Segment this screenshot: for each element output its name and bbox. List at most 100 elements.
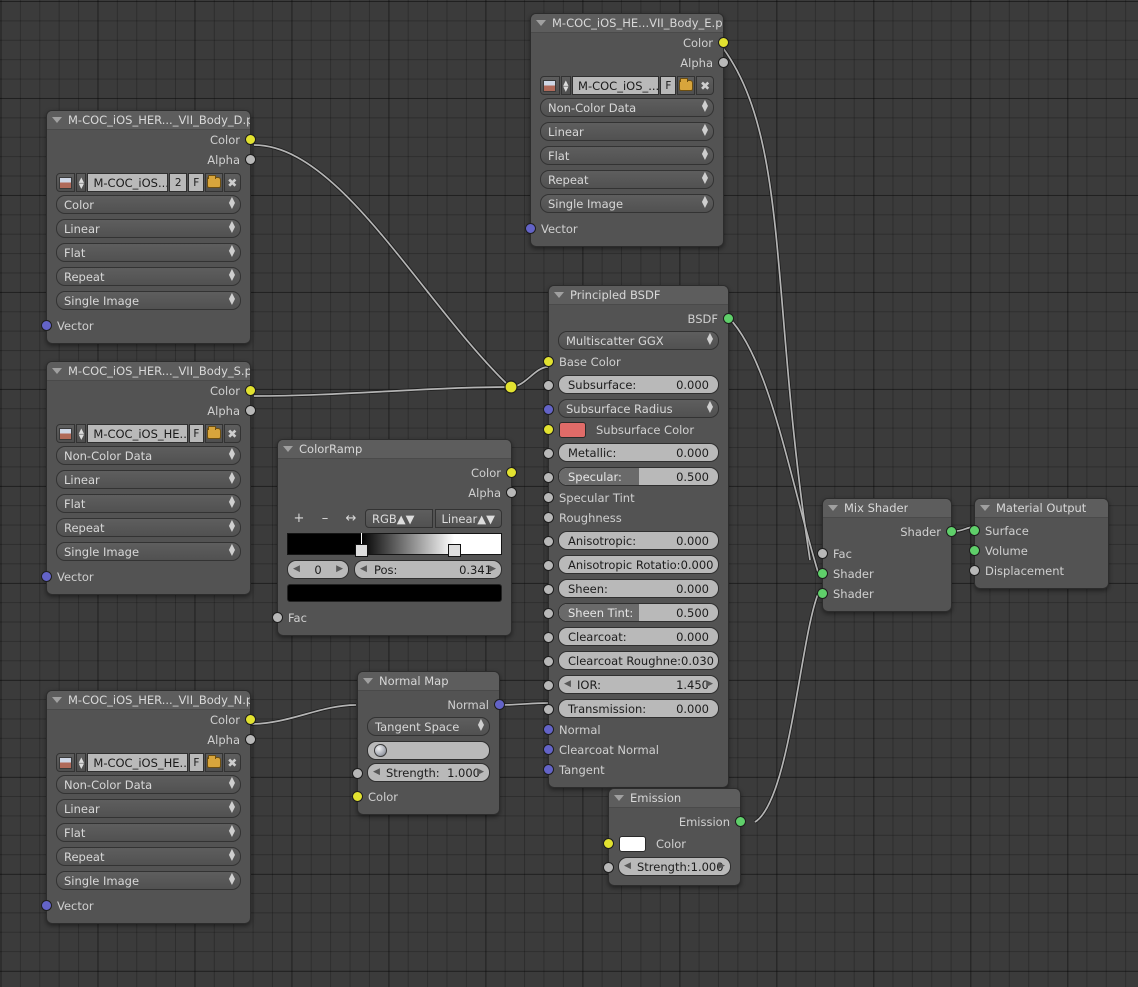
- chevron-left-icon[interactable]: ◀: [373, 767, 380, 777]
- socket-color-out[interactable]: [245, 385, 256, 396]
- socket-anisotropic-in[interactable]: [543, 536, 554, 547]
- collapse-triangle-icon[interactable]: [980, 505, 990, 511]
- source-dropdown[interactable]: Single Image ▲▼: [56, 871, 241, 890]
- chevron-left-icon[interactable]: ◀: [624, 861, 631, 871]
- stop-knob[interactable]: [355, 544, 368, 557]
- normal-space-enum-row[interactable]: Tangent Space ▲▼: [358, 717, 499, 738]
- socket-normal-out[interactable]: [494, 699, 505, 710]
- extension-dropdown[interactable]: Repeat ▲▼: [540, 170, 714, 189]
- source-enum-row[interactable]: Single Image ▲▼: [47, 291, 250, 312]
- image-datablock-row[interactable]: ▲▼ M-COC_iOS_... F ✖: [540, 76, 714, 95]
- image-icon[interactable]: [540, 76, 560, 95]
- node-mix-shader[interactable]: Mix Shader Shader Fac Shader Shader: [822, 498, 952, 612]
- socket-alpha-out[interactable]: [245, 154, 256, 165]
- user-count-button[interactable]: 2: [169, 173, 187, 192]
- colorramp-toolbar[interactable]: + – ↔ RGB ▲▼ Linear ▲▼: [287, 509, 502, 528]
- projection-dropdown[interactable]: Flat ▲▼: [56, 243, 241, 262]
- colorramp-active-color-swatch[interactable]: [287, 584, 502, 602]
- socket-anisotropic-rotatio-in[interactable]: [543, 560, 554, 571]
- node-editor-canvas[interactable]: M-COC_iOS_HE...VII_Body_E.png Color Alph…: [0, 0, 1138, 987]
- socket-strength-in[interactable]: [352, 768, 363, 779]
- colorramp-color-mode-dropdown[interactable]: RGB ▲▼: [365, 509, 433, 528]
- bsdf-value-row[interactable]: Sheen:0.000: [549, 579, 728, 600]
- bsdf-value-row[interactable]: Metallic:0.000: [549, 443, 728, 464]
- node-header[interactable]: Material Output: [975, 499, 1108, 518]
- distribution-dropdown[interactable]: Multiscatter GGX ▲▼: [558, 331, 719, 350]
- colorspace-enum-row[interactable]: Non-Color Data ▲▼: [47, 446, 250, 467]
- chevron-right-icon[interactable]: ▶: [718, 861, 725, 871]
- image-name-field[interactable]: M-COC_iOS...: [87, 173, 168, 192]
- socket-clearcoat-normal-in[interactable]: [543, 744, 554, 755]
- socket-specular-tint-in[interactable]: [543, 492, 554, 503]
- socket-sheen-in[interactable]: [543, 584, 554, 595]
- bsdf-value-row[interactable]: Transmission:0.000: [549, 699, 728, 720]
- collapse-triangle-icon[interactable]: [614, 795, 624, 801]
- strength-slider-row[interactable]: ◀ Strength: 1.000 ▶: [358, 763, 499, 784]
- bsdf-value-row[interactable]: Subsurface:0.000: [549, 375, 728, 396]
- colorramp-stop-handle[interactable]: [355, 533, 368, 557]
- node-image-texture-body-n[interactable]: M-COC_iOS_HER..._VII_Body_N.pn Color Alp…: [46, 690, 251, 924]
- source-enum-row[interactable]: Single Image ▲▼: [47, 542, 250, 563]
- projection-dropdown[interactable]: Flat ▲▼: [540, 146, 714, 165]
- image-icon[interactable]: [56, 753, 75, 772]
- socket-metallic-in[interactable]: [543, 448, 554, 459]
- node-image-texture-body-e[interactable]: M-COC_iOS_HE...VII_Body_E.png Color Alph…: [530, 13, 724, 247]
- chevron-left-icon[interactable]: ◀: [293, 564, 300, 574]
- image-icon[interactable]: [56, 424, 75, 443]
- colorspace-dropdown[interactable]: Color ▲▼: [56, 195, 241, 214]
- socket-ior-in[interactable]: [543, 680, 554, 691]
- socket-color-out[interactable]: [506, 467, 517, 478]
- extension-enum-row[interactable]: Repeat ▲▼: [47, 518, 250, 539]
- collapse-triangle-icon[interactable]: [283, 446, 293, 452]
- extension-enum-row[interactable]: Repeat ▲▼: [47, 267, 250, 288]
- sheen-slider[interactable]: Sheen:0.000: [558, 579, 719, 598]
- fake-user-button[interactable]: F: [188, 173, 204, 192]
- colorramp-gradient-strip[interactable]: [287, 533, 502, 555]
- bsdf-value-row[interactable]: Sheen Tint:0.500: [549, 603, 728, 624]
- projection-enum-row[interactable]: Flat ▲▼: [47, 823, 250, 844]
- socket-vector-in[interactable]: [525, 223, 536, 234]
- colorramp-position-field[interactable]: ◀ Pos: 0.341 ▶: [354, 560, 502, 579]
- socket-color-out[interactable]: [718, 37, 729, 48]
- chevron-right-icon[interactable]: ▶: [477, 767, 484, 777]
- collapse-triangle-icon[interactable]: [828, 505, 838, 511]
- image-name-field[interactable]: M-COC_iOS_HE...: [87, 753, 187, 772]
- chevron-right-icon[interactable]: ▶: [706, 679, 713, 689]
- emission-color-swatch[interactable]: [619, 836, 646, 852]
- clearcoat-slider[interactable]: Clearcoat:0.000: [558, 627, 719, 646]
- browse-image-updown-icon[interactable]: ▲▼: [76, 173, 86, 192]
- image-name-field[interactable]: M-COC_iOS_...: [572, 76, 659, 95]
- x-icon[interactable]: ✖: [696, 76, 714, 95]
- normal-strength-slider[interactable]: ◀ Strength: 1.000 ▶: [367, 763, 490, 782]
- folder-icon[interactable]: [205, 753, 222, 772]
- socket-subsurface-color-in[interactable]: [543, 424, 554, 435]
- socket-vector-in[interactable]: [41, 571, 52, 582]
- node-header[interactable]: M-COC_iOS_HE...VII_Body_E.png: [531, 14, 723, 33]
- socket-surface-in[interactable]: [969, 525, 980, 536]
- folder-icon[interactable]: [205, 173, 222, 192]
- interpolation-dropdown[interactable]: Linear ▲▼: [56, 470, 241, 489]
- folder-icon[interactable]: [677, 76, 695, 95]
- colorspace-enum-row[interactable]: Non-Color Data ▲▼: [47, 775, 250, 796]
- collapse-triangle-icon[interactable]: [536, 20, 546, 26]
- anisotropic-rotatio-slider[interactable]: Anisotropic Rotatio:0.000: [558, 555, 719, 574]
- add-stop-button[interactable]: +: [287, 510, 311, 528]
- source-enum-row[interactable]: Single Image ▲▼: [531, 194, 723, 215]
- emission-strength-row[interactable]: ◀ Strength: 1.000 ▶: [609, 857, 740, 878]
- socket-color-in[interactable]: [352, 791, 363, 802]
- interpolation-enum-row[interactable]: Linear ▲▼: [47, 219, 250, 240]
- fake-user-button[interactable]: F: [189, 424, 205, 443]
- chevron-right-icon[interactable]: ▶: [336, 564, 343, 574]
- extension-dropdown[interactable]: Repeat ▲▼: [56, 267, 241, 286]
- interpolation-enum-row[interactable]: Linear ▲▼: [531, 122, 723, 143]
- socket-color-out[interactable]: [245, 134, 256, 145]
- node-principled-bsdf[interactable]: Principled BSDF BSDF Multiscatter GGX ▲▼…: [548, 285, 729, 788]
- colorramp-index-field[interactable]: ◀ 0 ▶: [287, 560, 349, 579]
- image-name-field[interactable]: M-COC_iOS_HE...: [87, 424, 187, 443]
- socket-alpha-out[interactable]: [245, 405, 256, 416]
- node-header[interactable]: Normal Map: [358, 672, 499, 691]
- socket-subsurface-radius-in[interactable]: [543, 404, 554, 415]
- projection-enum-row[interactable]: Flat ▲▼: [47, 243, 250, 264]
- browse-image-updown-icon[interactable]: ▲▼: [76, 424, 86, 443]
- node-header[interactable]: M-COC_iOS_HER..._VII_Body_D.png: [47, 111, 250, 130]
